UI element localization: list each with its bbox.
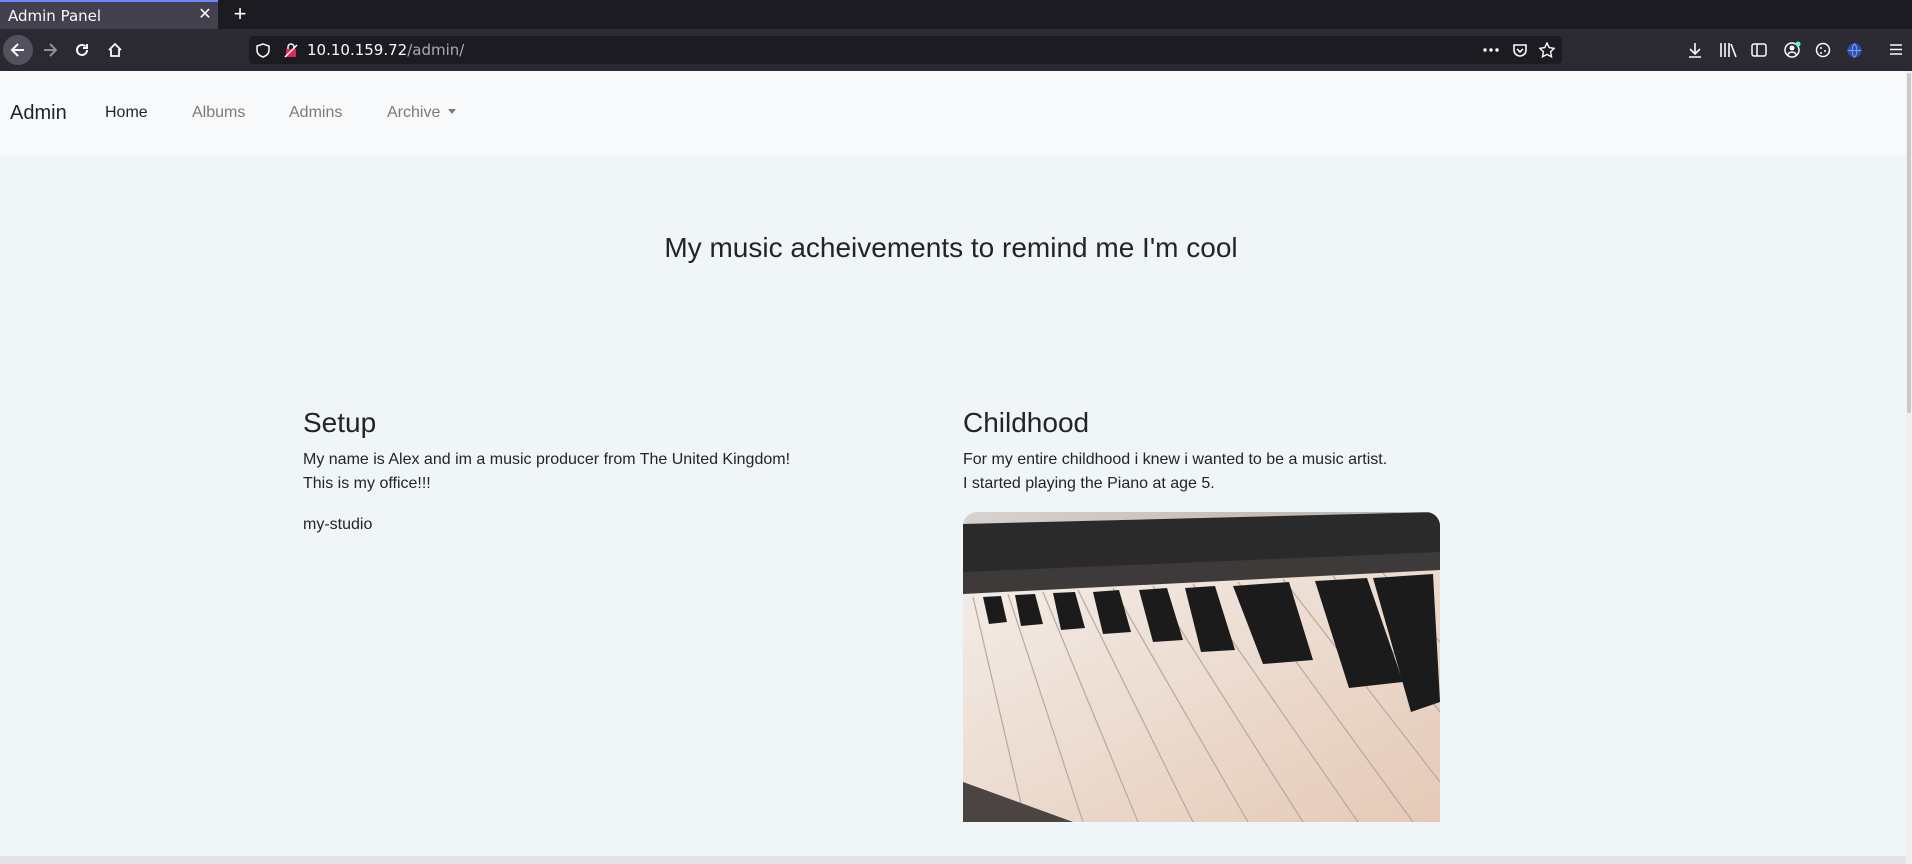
caret-down-icon — [448, 109, 457, 114]
piano-keys-illustration — [963, 512, 1440, 822]
account-icon[interactable] — [1783, 41, 1801, 59]
home-icon — [108, 42, 122, 57]
url-path: /admin/ — [407, 41, 465, 59]
extension-globe-icon[interactable] — [1846, 42, 1863, 59]
vertical-scrollbar-thumb[interactable] — [1907, 73, 1911, 413]
back-button[interactable] — [3, 35, 33, 65]
url-host: 10.10.159.72 — [307, 41, 408, 59]
download-icon[interactable] — [1687, 42, 1703, 58]
studio-image-alt-text: my-studio — [303, 516, 373, 533]
browser-tab[interactable]: Admin Panel ✕ — [0, 0, 218, 29]
tab-title: Admin Panel — [8, 7, 102, 25]
piano-image — [963, 512, 1440, 822]
nav-albums[interactable]: Albums — [192, 104, 245, 122]
close-tab-icon[interactable]: ✕ — [196, 6, 214, 24]
reload-button[interactable] — [67, 35, 97, 65]
new-tab-icon[interactable]: + — [229, 3, 251, 25]
site-navbar: Admin Home Albums Admins Archive — [0, 71, 1906, 156]
bookmark-star-icon[interactable] — [1539, 42, 1555, 58]
forward-button[interactable] — [35, 35, 65, 65]
nav-archive-label: Archive — [387, 104, 441, 121]
setup-title: Setup — [303, 407, 377, 438]
url-text[interactable]: 10.10.159.72/admin/ — [307, 41, 464, 59]
insecure-lock-icon[interactable] — [284, 43, 298, 58]
setup-line-2: This is my office!!! — [303, 475, 431, 492]
forward-arrow-icon — [44, 43, 58, 57]
childhood-line-1: For my entire childhood i knew i wanted … — [963, 451, 1388, 468]
nav-archive-dropdown[interactable]: Archive — [387, 104, 457, 122]
home-button[interactable] — [100, 35, 130, 65]
page-viewport: Admin Home Albums Admins Archive My musi… — [0, 71, 1912, 864]
hero-title: My music acheivements to remind me I'm c… — [664, 232, 1238, 263]
nav-admins[interactable]: Admins — [289, 104, 342, 122]
site-brand[interactable]: Admin — [10, 102, 67, 125]
extension-cookie-icon[interactable] — [1815, 42, 1831, 58]
library-icon[interactable] — [1719, 42, 1737, 58]
back-arrow-icon — [10, 43, 24, 57]
horizontal-scrollbar[interactable] — [0, 856, 1906, 864]
reload-icon — [76, 43, 88, 56]
menu-hamburger-icon[interactable] — [1889, 43, 1903, 56]
pocket-icon[interactable] — [1512, 42, 1528, 58]
childhood-title: Childhood — [963, 407, 1090, 438]
nav-home[interactable]: Home — [105, 104, 148, 122]
sidebar-icon[interactable] — [1751, 43, 1767, 57]
tab-bar: Admin Panel ✕ + — [0, 0, 1912, 29]
shield-icon[interactable] — [256, 43, 270, 58]
more-options-icon[interactable] — [1483, 47, 1499, 53]
setup-line-1: My name is Alex and im a music producer … — [303, 451, 791, 468]
childhood-line-2: I started playing the Piano at age 5. — [963, 475, 1215, 492]
